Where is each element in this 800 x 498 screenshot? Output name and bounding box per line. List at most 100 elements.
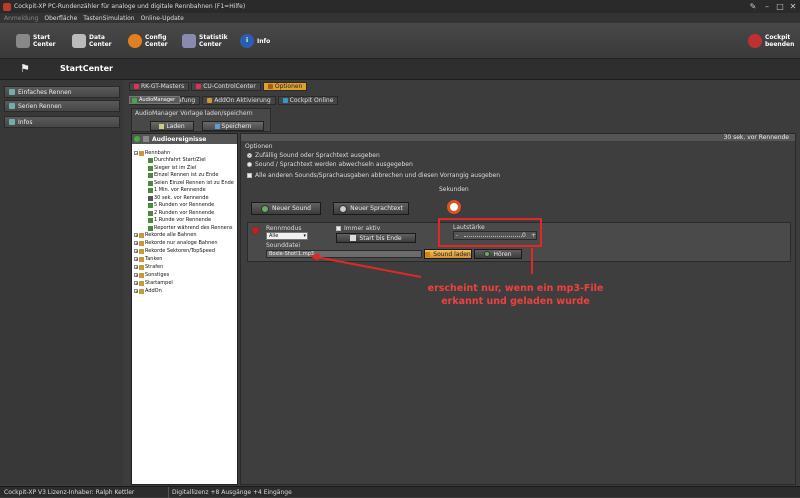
tab-cockpit-online[interactable]: Cockpit Online [277,96,339,105]
race-flag-icon [350,235,357,241]
tree-node-sieger[interactable]: Sieger ist im Ziel [148,165,196,171]
tree-node-seien-einzel[interactable]: Seien Einzel Rennen ist zu Ende [148,180,234,186]
sound-icon [148,187,153,193]
tree-node-reporter[interactable]: Reporter während des Rennens [148,225,233,231]
maximize-icon[interactable]: □ [775,2,785,11]
sub-tabs: Tasten-Bestrafung AudioManager AddOn Akt… [129,96,339,105]
optionen-label: Optionen [245,143,273,150]
minimize-icon[interactable]: – [762,2,772,11]
sound-icon [148,225,153,231]
info-icon: i [240,34,254,48]
delete-sound-icon[interactable] [251,226,260,235]
tree-node-sonstiges[interactable]: + Sonstiges [134,272,169,278]
radio-zufaellig[interactable]: Zufällig Sound oder Sprachtext ausgeben [247,152,380,159]
status-bar: Cockpit-XP V3 Lizenz-Inhaber: Ralph Kett… [0,486,800,498]
status-license: Cockpit-XP V3 Lizenz-Inhaber: Ralph Kett… [4,488,135,496]
tree-node-rekorde-analog[interactable]: + Rekorde nur analoge Bahnen [134,240,218,246]
expand-icon[interactable]: + [134,281,138,286]
folder-icon [139,150,144,156]
start-bis-ende-button[interactable]: Start bis Ende [336,233,416,243]
tab-addon-aktivierung[interactable]: AddOn Aktivierung [202,96,276,105]
sounddatei-label: Sounddatei [266,242,301,249]
expand-icon[interactable]: + [134,233,138,238]
rennmodus-select[interactable]: Alle ▾ [266,232,308,240]
window-title: Cockpit-XP PC-Rundenzähler für analoge u… [14,3,246,10]
expand-icon[interactable]: + [134,257,138,262]
add-speech-icon [339,204,348,213]
vorlage-label: AudioManager Vorlage laden/speichern [135,110,253,117]
sound-laden-button[interactable]: Sound laden [424,249,472,259]
expand-icon[interactable]: + [134,289,138,294]
expand-icon[interactable]: + [134,249,138,254]
tab-icon [282,98,288,103]
radio-selected-icon[interactable] [247,153,252,158]
sound-icon [148,172,153,178]
hoeren-button[interactable]: Hören [474,249,522,259]
immer-aktiv-checkbox[interactable]: Immer aktiv [336,225,380,232]
exit-button[interactable]: Cockpit beenden [748,27,796,55]
sound-icon [148,157,153,163]
tree-node-startampel[interactable]: + Startampel [134,280,173,286]
collapse-icon[interactable]: − [134,151,138,156]
tree-node-rennbahn[interactable]: − Rennbahn [134,150,170,156]
expand-icon[interactable]: + [134,273,138,278]
tree-node-1min[interactable]: 1 Min. vor Rennende [148,187,206,193]
pin-icon[interactable]: ✎ [748,2,758,11]
neuer-sound-button[interactable]: Neuer Sound [251,202,321,215]
annotation-highlight-box [438,218,542,247]
tree-node-5runden[interactable]: 5 Runden vor Rennende [148,202,214,208]
expand-icon[interactable]: + [134,241,138,246]
tab-rk-gt-masters[interactable]: RK-GT-Masters [129,82,190,91]
tree-node-rekorde-sektoren[interactable]: + Rekorde Sektoren/TopSpeed [134,248,215,254]
info-small-icon [9,119,15,125]
expand-icon[interactable]: + [134,265,138,270]
folder-open-icon [425,251,431,257]
tab-audiomanager[interactable]: AudioManager [129,96,181,104]
neuer-sprachtext-button[interactable]: Neuer Sprachtext [333,202,409,215]
laden-button[interactable]: Laden [150,121,194,131]
tree-node-1runde[interactable]: 1 Runde vor Rennende [148,217,211,223]
speichern-button[interactable]: Speichern [202,121,264,131]
startcenter-logo-icon: ⚑ [20,62,30,75]
info-button[interactable]: i Info [240,27,274,55]
checkbox-vorrangig[interactable]: Alle anderen Sounds/Sprachausgaben abbre… [247,172,500,179]
checkbox-icon[interactable] [247,173,252,178]
sidebar-item-serien-rennen[interactable]: Serien Rennen [4,100,120,112]
expand-all-icon[interactable] [134,136,140,142]
tree-node-addon[interactable]: + AddOn [134,288,162,294]
statistik-center-button[interactable]: Statistik Center [182,27,232,55]
folder-icon [139,240,144,246]
sidebar-item-infos[interactable]: Infos [4,116,120,128]
menu-bar: Anmeldung Oberfläche TastenSimulation On… [0,13,800,23]
folder-icon [139,272,144,278]
tree-node-2runden[interactable]: 2 Runden vor Rennende [148,210,214,216]
menu-anmeldung[interactable]: Anmeldung [4,15,38,22]
start-icon [16,34,30,48]
menu-tastensimulation[interactable]: TastenSimulation [83,15,134,22]
tree-node-tanken[interactable]: + Tanken [134,256,162,262]
tab-cu-controlcenter[interactable]: CU-ControlCenter [191,82,261,91]
menu-online-update[interactable]: Online-Update [141,15,184,22]
start-center-button[interactable]: Start Center [16,27,62,55]
tree-node-durchfahrt[interactable]: Durchfahrt Start/Ziel [148,157,206,163]
close-icon[interactable]: ✕ [788,2,798,11]
radio-abwechselnd[interactable]: Sound / Sprachtext werden abwechseln aus… [247,161,413,168]
sound-icon [148,210,153,216]
config-center-button[interactable]: Config Center [128,27,174,55]
checkbox-checked-icon[interactable] [336,226,341,231]
tree-node-rekorde-alle[interactable]: + Rekorde alle Bahnen [134,232,197,238]
collapse-all-icon[interactable] [143,136,149,142]
sound-icon [148,217,153,223]
sounddatei-field[interactable]: Boxle-Shot!1.mp3 [266,250,422,258]
menu-oberflaeche[interactable]: Oberfläche [44,15,77,22]
sidebar-item-einfaches-rennen[interactable]: Einfaches Rennen [4,86,120,98]
save-icon [214,123,220,129]
tree-node-strafen[interactable]: + Strafen [134,264,163,270]
lifebuoy-icon[interactable] [447,200,461,214]
radio-icon[interactable] [247,162,252,167]
tree-node-30sek[interactable]: 30 sek. vor Rennende [148,195,209,201]
data-center-button[interactable]: Data Center [72,27,118,55]
vorlage-panel: AudioManager Vorlage laden/speichern Lad… [131,108,271,132]
tab-optionen[interactable]: Optionen [262,82,308,91]
tree-node-einzel-ende[interactable]: Einzel Rennen ist zu Ende [148,172,218,178]
